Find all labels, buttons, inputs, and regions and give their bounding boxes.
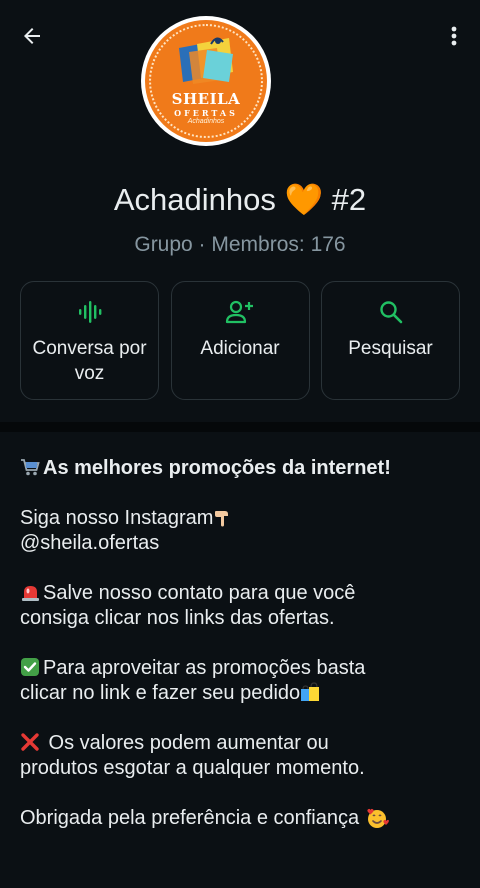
voice-chat-label-1: Conversa por: [32, 338, 147, 359]
action-buttons: Conversa por voz Adicionar Pesquisar: [20, 281, 460, 401]
more-options-button[interactable]: [442, 20, 466, 52]
more-vert-icon: [451, 26, 457, 46]
siren-icon: [20, 582, 41, 602]
instagram-handle: @sheila.ofertas: [20, 532, 160, 554]
values-text-1: Os valores podem aumentar ou: [43, 732, 329, 754]
check-mark-icon: [20, 657, 41, 677]
voice-chat-label-2: voz: [74, 363, 105, 384]
smiling-face-with-hearts-icon: [365, 807, 389, 828]
save-contact-paragraph: Salve nosso contato para que você consig…: [20, 581, 460, 631]
search-label: Pesquisar: [348, 338, 433, 359]
headline-text: As melhores promoções da internet!: [43, 457, 391, 479]
arrow-left-icon: [24, 28, 40, 44]
add-person-icon: [225, 300, 253, 324]
cross-mark-icon: [20, 732, 41, 752]
thanks-text: Obrigada pela preferência e confiança: [20, 807, 365, 829]
thanks-paragraph: Obrigada pela preferência e confiança: [20, 806, 460, 831]
promo-text-1: Para aproveitar as promoções basta: [43, 657, 366, 679]
pointing-down-hand-icon: [213, 507, 234, 527]
avatar-tag-text: Achadinhos: [187, 118, 225, 125]
avatar-sub-text: OFERTAS: [174, 108, 238, 118]
save-text-1: Salve nosso contato para que você: [43, 582, 356, 604]
add-member-button[interactable]: Adicionar: [170, 281, 310, 400]
add-member-label: Adicionar: [200, 338, 280, 359]
voice-chat-button[interactable]: Conversa por voz: [20, 281, 159, 400]
section-divider: [0, 422, 480, 432]
avatar-brand-text: SHEILA: [171, 90, 241, 108]
instagram-paragraph: Siga nosso Instagram @sheila.ofertas: [20, 506, 460, 556]
promo-text-2: clicar no link e fazer seu pedido: [20, 682, 301, 704]
shopping-bags-logo-icon: [179, 37, 233, 84]
instagram-text-1: Siga nosso Instagram: [20, 507, 214, 529]
save-text-2: consiga clicar nos links das ofertas.: [20, 607, 335, 629]
group-name: Achadinhos 🧡 #2: [113, 182, 367, 217]
search-icon: [379, 301, 402, 324]
shopping-bags-icon: [300, 682, 321, 702]
search-button[interactable]: Pesquisar: [321, 281, 460, 400]
group-avatar[interactable]: SHEILA OFERTAS Achadinhos: [141, 16, 271, 146]
shopping-cart-icon: [20, 457, 41, 477]
avatar-logo: SHEILA OFERTAS Achadinhos: [145, 20, 267, 142]
voice-wave-icon: [78, 301, 101, 323]
group-header: SHEILA OFERTAS Achadinhos Achadinhos 🧡 #…: [0, 0, 480, 422]
description-headline: As melhores promoções da internet!: [20, 456, 460, 481]
promo-paragraph: Para aproveitar as promoções basta clica…: [20, 656, 460, 706]
back-button[interactable]: [14, 20, 50, 52]
values-text-2: produtos esgotar a qualquer momento.: [20, 757, 365, 779]
group-info: Grupo · Membros: 176: [134, 233, 346, 256]
values-paragraph: Os valores podem aumentar ou produtos es…: [20, 731, 460, 781]
group-description: As melhores promoções da internet! Siga …: [0, 432, 480, 888]
